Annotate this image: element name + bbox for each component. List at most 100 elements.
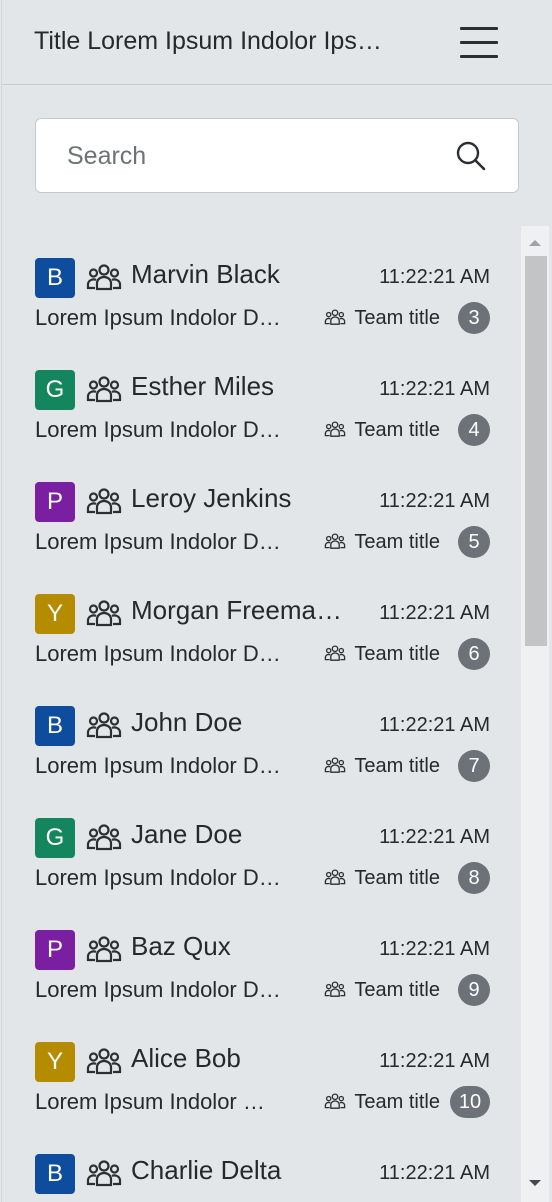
list-item[interactable]: Y Morgan Freema… 11:22:21 AM Lorem Ipsum… [2, 562, 522, 674]
team-icon [86, 264, 122, 291]
unread-count-badge: 8 [458, 862, 490, 894]
avatar: P [35, 930, 75, 970]
timestamp: 11:22:21 AM [379, 826, 490, 848]
contact-name: Marvin Black [131, 259, 280, 289]
team-icon [86, 488, 122, 515]
team-title: Team title [354, 1091, 440, 1113]
message-preview: Lorem Ipsum Indolor D… [35, 305, 281, 330]
team-icon [86, 712, 122, 739]
team-label: Team title [324, 754, 440, 778]
timestamp: 11:22:21 AM [379, 602, 490, 624]
hamburger-menu-button[interactable] [458, 24, 500, 62]
list-item[interactable]: B Charlie Delta 11:22:21 AM [2, 1122, 522, 1202]
team-label: Team title [324, 530, 440, 554]
contact-name: John Doe [131, 707, 243, 737]
team-small-icon [325, 981, 346, 997]
team-small-icon [325, 645, 346, 661]
team-label: Team title [324, 418, 440, 442]
team-icon [86, 1048, 122, 1075]
unread-count-badge: 9 [458, 974, 490, 1006]
message-preview: Lorem Ipsum Indolor D… [35, 977, 281, 1002]
team-title: Team title [354, 419, 440, 441]
unread-count-badge: 10 [450, 1086, 490, 1118]
team-title: Team title [354, 307, 440, 329]
header: Title Lorem Ipsum Indolor Ips… [2, 0, 552, 85]
contact-name: Charlie Delta [131, 1155, 282, 1185]
unread-count-badge: 4 [458, 414, 490, 446]
avatar: Y [35, 594, 75, 634]
scroll-up-arrow-icon[interactable] [521, 232, 549, 252]
list-item[interactable]: Y Alice Bob 11:22:21 AM Lorem Ipsum Indo… [2, 1010, 522, 1122]
timestamp: 11:22:21 AM [379, 1162, 490, 1184]
scroll-down-arrow-icon[interactable] [521, 1174, 549, 1194]
search-input[interactable] [36, 119, 469, 194]
team-small-icon [325, 869, 346, 885]
avatar: Y [35, 1042, 75, 1082]
menu-icon-bar [460, 55, 498, 58]
unread-count-badge: 3 [458, 302, 490, 334]
avatar: B [35, 1154, 75, 1194]
timestamp: 11:22:21 AM [379, 490, 490, 512]
team-icon [86, 1160, 122, 1187]
team-title: Team title [354, 979, 440, 1001]
team-label: Team title [324, 1090, 440, 1114]
unread-count-badge: 5 [458, 526, 490, 558]
page-title: Title Lorem Ipsum Indolor Ips… [34, 27, 382, 55]
team-title: Team title [354, 531, 440, 553]
contact-name: Baz Qux [131, 931, 231, 961]
team-small-icon [325, 421, 346, 437]
conversation-list: B Marvin Black 11:22:21 AM Lorem Ipsum I… [2, 226, 522, 1202]
avatar: G [35, 818, 75, 858]
team-small-icon [325, 1093, 346, 1109]
contact-name: Leroy Jenkins [131, 483, 292, 513]
avatar: B [35, 258, 75, 298]
list-item[interactable]: B Marvin Black 11:22:21 AM Lorem Ipsum I… [2, 226, 522, 338]
team-label: Team title [324, 642, 440, 666]
contact-name: Esther Miles [131, 371, 275, 401]
scrollbar-thumb[interactable] [525, 256, 547, 646]
team-label: Team title [324, 306, 440, 330]
timestamp: 11:22:21 AM [379, 1050, 490, 1072]
team-icon [86, 376, 122, 403]
timestamp: 11:22:21 AM [379, 938, 490, 960]
list-item[interactable]: P Baz Qux 11:22:21 AM Lorem Ipsum Indolo… [2, 898, 522, 1010]
team-icon [86, 824, 122, 851]
timestamp: 11:22:21 AM [379, 266, 490, 288]
list-item[interactable]: G Jane Doe 11:22:21 AM Lorem Ipsum Indol… [2, 786, 522, 898]
contact-name: Alice Bob [131, 1043, 241, 1073]
app-window: Title Lorem Ipsum Indolor Ips… B Marvin … [1, 0, 552, 1202]
team-label: Team title [324, 978, 440, 1002]
timestamp: 11:22:21 AM [379, 714, 490, 736]
menu-icon-bar [460, 41, 498, 44]
list-item[interactable]: B John Doe 11:22:21 AM Lorem Ipsum Indol… [2, 674, 522, 786]
unread-count-badge: 6 [458, 638, 490, 670]
scrollbar[interactable] [521, 226, 549, 1202]
message-preview: Lorem Ipsum Indolor D… [35, 753, 281, 778]
team-label: Team title [324, 866, 440, 890]
team-small-icon [325, 757, 346, 773]
team-title: Team title [354, 643, 440, 665]
search-icon[interactable] [454, 139, 488, 173]
timestamp: 11:22:21 AM [379, 378, 490, 400]
avatar: B [35, 706, 75, 746]
contact-name: Morgan Freema… [131, 595, 342, 625]
team-title: Team title [354, 755, 440, 777]
message-preview: Lorem Ipsum Indolor D… [35, 641, 281, 666]
message-preview: Lorem Ipsum Indolor D… [35, 865, 281, 890]
avatar: G [35, 370, 75, 410]
message-preview: Lorem Ipsum Indolor D… [35, 529, 281, 554]
team-title: Team title [354, 867, 440, 889]
menu-icon [460, 27, 498, 30]
search-box [35, 118, 519, 194]
list-item[interactable]: P Leroy Jenkins 11:22:21 AM Lorem Ipsum … [2, 450, 522, 562]
team-icon [86, 600, 122, 627]
message-preview: Lorem Ipsum Indolor D… [35, 417, 281, 442]
message-preview: Lorem Ipsum Indolor … [35, 1089, 265, 1114]
list-item[interactable]: G Esther Miles 11:22:21 AM Lorem Ipsum I… [2, 338, 522, 450]
team-small-icon [325, 533, 346, 549]
unread-count-badge: 7 [458, 750, 490, 782]
team-icon [86, 936, 122, 963]
contact-name: Jane Doe [131, 819, 243, 849]
avatar: P [35, 482, 75, 522]
team-small-icon [325, 309, 346, 325]
